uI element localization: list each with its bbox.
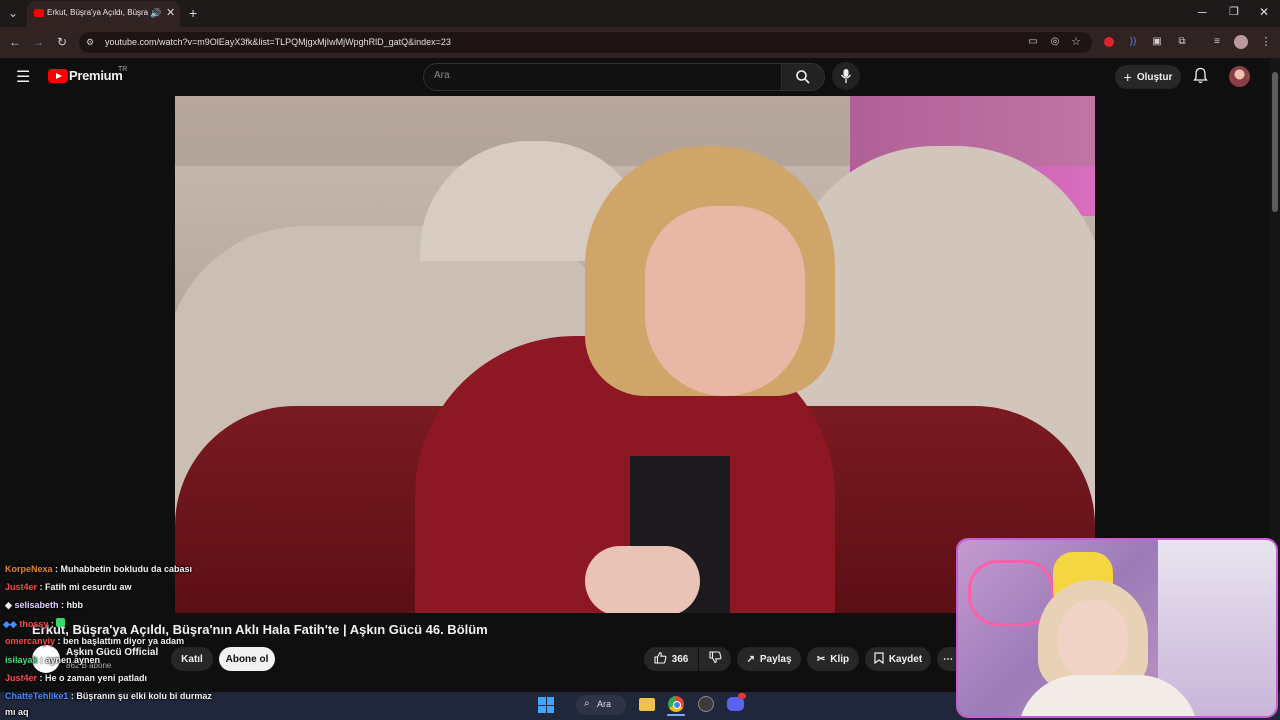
forward-icon[interactable]: →	[30, 34, 46, 50]
dislike-button[interactable]	[699, 647, 731, 671]
chat-message: KorpeNexa : Muhabbetin bokludu da cabası	[5, 564, 193, 574]
minimize-icon[interactable]: ─	[1198, 5, 1207, 19]
streamer-webcam	[956, 538, 1278, 718]
chat-emote-icon	[56, 618, 66, 627]
taskbar-search-label: Ara	[597, 699, 612, 709]
share-label: Paylaş	[759, 653, 792, 665]
active-app-indicator	[667, 714, 685, 716]
chat-username: Just4er	[5, 673, 38, 683]
clip-button[interactable]: ✂ Klip	[807, 647, 859, 671]
profile-avatar-icon[interactable]	[1234, 35, 1248, 49]
more-horizontal-icon: ⋯	[943, 653, 953, 665]
account-avatar[interactable]	[1229, 66, 1250, 87]
like-count: 366	[671, 653, 689, 665]
thumbs-down-icon	[708, 651, 722, 667]
share-button[interactable]: ↗ Paylaş	[737, 647, 801, 671]
obs-icon[interactable]	[698, 696, 714, 712]
tab-title: Erkut, Büşra'ya Açıldı, Büşra	[47, 8, 149, 17]
browser-menu-icon[interactable]: ⋮	[1258, 34, 1274, 50]
like-button[interactable]: 366	[644, 647, 698, 671]
tab-search-icon[interactable]: ⌄	[5, 5, 21, 21]
chat-text: Fatih mi cesurdu aw	[45, 582, 132, 592]
restore-icon[interactable]: ❐	[1229, 5, 1239, 18]
chat-message: Just4er : Fatih mi cesurdu aw	[5, 582, 132, 592]
chat-message: ChatteTehlike1 : Büşranın şu elki kolu b…	[5, 691, 212, 701]
video-player[interactable]	[175, 96, 1095, 613]
chrome-icon[interactable]	[668, 696, 684, 712]
search-box[interactable]	[423, 63, 783, 91]
chat-badge-icon: ◆◆	[3, 619, 17, 629]
tab-audio-icon[interactable]: 🔊	[150, 8, 161, 19]
create-button[interactable]: + Oluştur	[1115, 65, 1181, 89]
subscribe-button[interactable]: Abone ol	[219, 647, 275, 671]
extension-box-icon[interactable]: ▣	[1149, 34, 1165, 50]
chat-username: Just4er	[5, 582, 38, 592]
new-tab-icon[interactable]: +	[189, 5, 197, 21]
chat-username: selisabeth	[14, 600, 59, 610]
eye-off-icon[interactable]: ◎	[1047, 34, 1063, 50]
notifications-bell-icon[interactable]	[1193, 67, 1208, 87]
scissors-icon: ✂	[816, 653, 826, 665]
tab-close-icon[interactable]: ✕	[166, 6, 175, 19]
microphone-icon	[840, 69, 852, 83]
chat-text: hbb	[66, 600, 83, 610]
chat-text: aynen aynen	[45, 655, 101, 665]
url-text[interactable]: youtube.com/watch?v=m9OlEayX3fk&list=TLP…	[105, 37, 451, 47]
save-label: Kaydet	[888, 653, 923, 665]
notification-badge	[738, 693, 746, 699]
search-button[interactable]	[781, 63, 825, 91]
page-scroll-thumb[interactable]	[1272, 72, 1278, 212]
chat-username: isilayak	[5, 655, 38, 665]
chat-message: ◆ selisabeth : hbb	[5, 600, 83, 610]
youtube-logo-text[interactable]: Premium	[69, 68, 123, 83]
save-button[interactable]: Kaydet	[865, 647, 931, 671]
chat-username: thossy	[19, 619, 49, 629]
site-info-icon[interactable]: ⚙	[86, 37, 94, 48]
streamer-face	[1058, 600, 1128, 680]
hamburger-menu-icon[interactable]: ☰	[16, 67, 30, 87]
search-icon	[796, 70, 810, 84]
back-icon[interactable]: ←	[7, 34, 23, 50]
bookmark-icon	[874, 651, 884, 667]
chat-message: omercanyiy : ben başlattım diyor ya adam	[5, 636, 185, 646]
voice-search-button[interactable]	[832, 62, 860, 90]
youtube-favicon-icon	[34, 9, 44, 17]
chat-text: mı aq	[5, 707, 29, 717]
chat-username: ChatteTehlike1	[5, 691, 69, 701]
chat-message: isilayak : aynen aynen	[5, 655, 101, 665]
chat-message: Just4er : He o zaman yeni patladı	[5, 673, 148, 683]
extension-red-icon[interactable]	[1104, 37, 1114, 47]
create-label: Oluştur	[1136, 71, 1173, 83]
cast-icon[interactable]: ▭	[1025, 34, 1041, 50]
chat-badge-icon: ◆	[5, 600, 12, 610]
extension-audio-icon[interactable]: ))	[1125, 34, 1141, 50]
window-close-icon[interactable]: ✕	[1259, 5, 1269, 19]
plus-icon: +	[1123, 69, 1132, 85]
thumbs-up-icon	[654, 651, 667, 667]
chat-text: ben başlattım diyor ya adam	[63, 636, 185, 646]
clip-label: Klip	[830, 653, 850, 665]
chat-message: ◆◆ thossy :	[3, 618, 66, 630]
windows-start-icon[interactable]	[538, 697, 554, 713]
chat-text: He o zaman yeni patladı	[45, 673, 148, 683]
chat-username: KorpeNexa	[5, 564, 53, 574]
chat-text: Muhabbetin bokludu da cabası	[60, 564, 193, 574]
chat-message: mı aq	[5, 707, 29, 717]
chat-username: omercanyiy	[5, 636, 56, 646]
bookmark-star-icon[interactable]: ☆	[1068, 34, 1084, 50]
chat-text: Büşranın şu elki kolu bi durmaz	[76, 691, 212, 701]
file-explorer-icon[interactable]	[639, 698, 655, 711]
region-code: TR	[118, 66, 128, 73]
video-title: Erkut, Büşra'ya Açıldı, Büşra'nın Aklı H…	[32, 622, 488, 637]
youtube-logo-icon[interactable]	[48, 69, 68, 83]
share-icon: ↗	[746, 653, 755, 665]
taskbar-search-icon: ⌕	[584, 698, 590, 709]
extensions-puzzle-icon[interactable]: ⧉	[1174, 34, 1190, 50]
discord-icon[interactable]	[727, 697, 744, 711]
reading-list-icon[interactable]: ≡	[1209, 34, 1225, 50]
join-button[interactable]: Katıl	[171, 647, 213, 671]
reload-icon[interactable]: ↻	[54, 34, 70, 50]
search-input[interactable]: Ara	[434, 70, 450, 81]
